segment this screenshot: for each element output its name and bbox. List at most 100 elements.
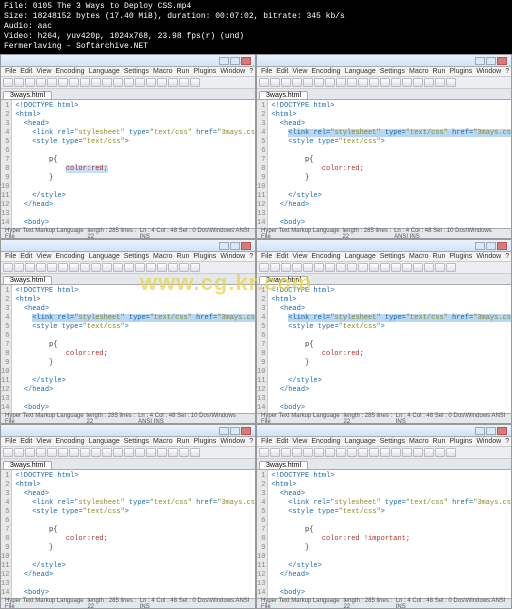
- menu-item[interactable]: Window: [220, 438, 245, 445]
- menu-item[interactable]: Edit: [20, 438, 32, 445]
- toolbar-button[interactable]: [446, 78, 456, 87]
- toolbar-button[interactable]: [91, 263, 101, 272]
- tab-bar[interactable]: 3ways.html: [257, 459, 511, 470]
- toolbar-button[interactable]: [69, 263, 79, 272]
- tab-file[interactable]: 3ways.html: [3, 276, 52, 284]
- tab-file[interactable]: 3ways.html: [3, 461, 52, 469]
- toolbar-button[interactable]: [259, 263, 269, 272]
- close-button[interactable]: [241, 57, 251, 65]
- menu-item[interactable]: Window: [476, 438, 501, 445]
- menu-item[interactable]: View: [36, 68, 51, 75]
- toolbar-button[interactable]: [435, 78, 445, 87]
- minimize-button[interactable]: [219, 427, 229, 435]
- menu-item[interactable]: Language: [89, 438, 120, 445]
- toolbar[interactable]: [1, 77, 255, 89]
- maximize-button[interactable]: [486, 427, 496, 435]
- maximize-button[interactable]: [230, 57, 240, 65]
- toolbar-button[interactable]: [424, 448, 434, 457]
- menu-bar[interactable]: FileEditViewEncodingLanguageSettingsMacr…: [257, 252, 511, 262]
- toolbar-button[interactable]: [102, 263, 112, 272]
- code-content[interactable]: <!DOCTYPE html> <html> <head> <link rel=…: [268, 100, 511, 228]
- menu-item[interactable]: ?: [249, 438, 253, 445]
- code-content[interactable]: <!DOCTYPE html> <html> <head> <link rel=…: [268, 470, 511, 598]
- toolbar-button[interactable]: [380, 263, 390, 272]
- menu-item[interactable]: Run: [433, 438, 446, 445]
- toolbar-button[interactable]: [47, 263, 57, 272]
- close-button[interactable]: [497, 57, 507, 65]
- toolbar-button[interactable]: [358, 263, 368, 272]
- menu-item[interactable]: Macro: [409, 438, 428, 445]
- toolbar-button[interactable]: [168, 263, 178, 272]
- tab-bar[interactable]: 3ways.html: [257, 274, 511, 285]
- toolbar-button[interactable]: [347, 78, 357, 87]
- menu-item[interactable]: Language: [345, 253, 376, 260]
- menu-item[interactable]: Encoding: [55, 253, 84, 260]
- menu-item[interactable]: Language: [345, 438, 376, 445]
- toolbar-button[interactable]: [281, 448, 291, 457]
- menu-item[interactable]: Plugins: [193, 68, 216, 75]
- code-area[interactable]: 1 2 3 4 5 6 7 8 9 10 11 12 13 14 15 16 1…: [1, 285, 255, 413]
- toolbar-button[interactable]: [179, 78, 189, 87]
- menu-item[interactable]: ?: [249, 68, 253, 75]
- toolbar-button[interactable]: [402, 78, 412, 87]
- toolbar-button[interactable]: [3, 78, 13, 87]
- toolbar-button[interactable]: [91, 78, 101, 87]
- menu-item[interactable]: Window: [220, 68, 245, 75]
- toolbar-button[interactable]: [58, 263, 68, 272]
- toolbar-button[interactable]: [446, 448, 456, 457]
- menu-item[interactable]: File: [261, 253, 272, 260]
- toolbar-button[interactable]: [102, 448, 112, 457]
- menu-item[interactable]: ?: [249, 253, 253, 260]
- close-button[interactable]: [497, 427, 507, 435]
- code-content[interactable]: <!DOCTYPE html> <html> <head> <link rel=…: [12, 470, 255, 598]
- menu-item[interactable]: Encoding: [311, 68, 340, 75]
- toolbar-button[interactable]: [435, 448, 445, 457]
- toolbar-button[interactable]: [270, 263, 280, 272]
- toolbar-button[interactable]: [113, 78, 123, 87]
- tab-bar[interactable]: 3ways.html: [1, 459, 255, 470]
- toolbar-button[interactable]: [336, 448, 346, 457]
- menu-item[interactable]: File: [5, 68, 16, 75]
- toolbar-button[interactable]: [3, 448, 13, 457]
- menu-item[interactable]: Run: [177, 253, 190, 260]
- toolbar-button[interactable]: [369, 263, 379, 272]
- menu-bar[interactable]: FileEditViewEncodingLanguageSettingsMacr…: [1, 437, 255, 447]
- menu-item[interactable]: Run: [177, 438, 190, 445]
- toolbar-button[interactable]: [380, 448, 390, 457]
- toolbar-button[interactable]: [413, 448, 423, 457]
- code-content[interactable]: <!DOCTYPE html> <html> <head> <link rel=…: [268, 285, 511, 413]
- toolbar-button[interactable]: [336, 78, 346, 87]
- menu-item[interactable]: Run: [177, 68, 190, 75]
- toolbar-button[interactable]: [413, 263, 423, 272]
- toolbar-button[interactable]: [113, 263, 123, 272]
- toolbar-button[interactable]: [14, 78, 24, 87]
- toolbar-button[interactable]: [69, 78, 79, 87]
- toolbar-button[interactable]: [25, 263, 35, 272]
- menu-item[interactable]: Edit: [276, 68, 288, 75]
- toolbar-button[interactable]: [303, 78, 313, 87]
- menu-item[interactable]: Encoding: [311, 253, 340, 260]
- toolbar-button[interactable]: [25, 78, 35, 87]
- code-content[interactable]: <!DOCTYPE html> <html> <head> <link rel=…: [12, 100, 255, 228]
- toolbar-button[interactable]: [259, 78, 269, 87]
- toolbar-button[interactable]: [303, 448, 313, 457]
- code-area[interactable]: 1 2 3 4 5 6 7 8 9 10 11 12 13 14 15 16 1…: [1, 470, 255, 598]
- toolbar-button[interactable]: [47, 78, 57, 87]
- menu-item[interactable]: Encoding: [55, 68, 84, 75]
- toolbar-button[interactable]: [157, 448, 167, 457]
- toolbar-button[interactable]: [135, 78, 145, 87]
- toolbar-button[interactable]: [369, 78, 379, 87]
- toolbar[interactable]: [1, 447, 255, 459]
- toolbar-button[interactable]: [14, 448, 24, 457]
- toolbar-button[interactable]: [435, 263, 445, 272]
- tab-file[interactable]: 3ways.html: [3, 91, 52, 99]
- maximize-button[interactable]: [486, 242, 496, 250]
- minimize-button[interactable]: [475, 242, 485, 250]
- menu-item[interactable]: View: [292, 68, 307, 75]
- menu-item[interactable]: Language: [345, 68, 376, 75]
- menu-bar[interactable]: FileEditViewEncodingLanguageSettingsMacr…: [1, 67, 255, 77]
- toolbar-button[interactable]: [303, 263, 313, 272]
- toolbar-button[interactable]: [391, 78, 401, 87]
- toolbar-button[interactable]: [314, 263, 324, 272]
- menu-item[interactable]: Edit: [276, 438, 288, 445]
